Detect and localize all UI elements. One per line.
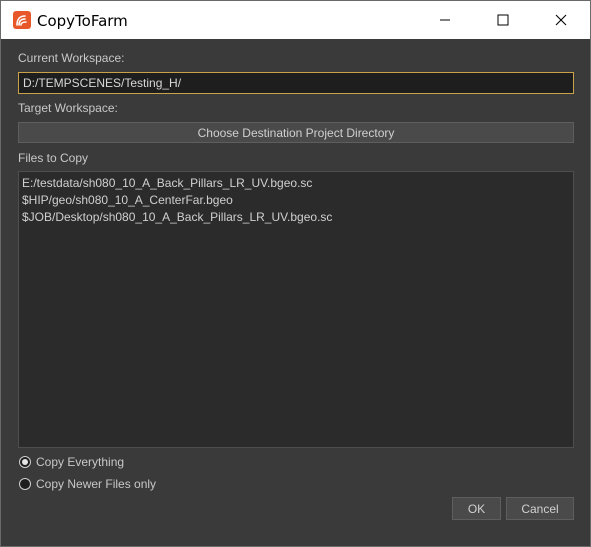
- close-icon: [555, 14, 567, 26]
- title-bar[interactable]: CopyToFarm: [1, 1, 590, 39]
- maximize-button[interactable]: [474, 1, 532, 39]
- copy-newer-option[interactable]: Copy Newer Files only: [19, 477, 156, 491]
- list-item[interactable]: $JOB/Desktop/sh080_10_A_Back_Pillars_LR_…: [22, 209, 570, 226]
- current-workspace-label: Current Workspace:: [18, 51, 125, 65]
- minimize-button[interactable]: [416, 1, 474, 39]
- cancel-button[interactable]: Cancel: [506, 497, 574, 520]
- window-title: CopyToFarm: [37, 12, 128, 30]
- maximize-icon: [497, 14, 509, 26]
- choose-destination-button[interactable]: Choose Destination Project Directory: [18, 122, 574, 143]
- files-list[interactable]: E:/testdata/sh080_10_A_Back_Pillars_LR_U…: [18, 171, 574, 448]
- close-button[interactable]: [532, 1, 590, 39]
- copy-everything-radio[interactable]: [19, 456, 31, 468]
- target-workspace-label: Target Workspace:: [18, 101, 118, 115]
- copy-everything-label: Copy Everything: [36, 455, 125, 469]
- copy-everything-option[interactable]: Copy Everything: [19, 455, 124, 469]
- minimize-icon: [439, 14, 451, 26]
- copy-newer-label: Copy Newer Files only: [36, 477, 157, 491]
- current-workspace-input[interactable]: [18, 72, 574, 94]
- files-to-copy-label: Files to Copy: [18, 151, 89, 165]
- list-item[interactable]: E:/testdata/sh080_10_A_Back_Pillars_LR_U…: [22, 175, 570, 192]
- copy-newer-radio[interactable]: [19, 478, 31, 490]
- houdini-logo-icon: [13, 11, 31, 29]
- list-item[interactable]: $HIP/geo/sh080_10_A_CenterFar.bgeo: [22, 192, 570, 209]
- copy-to-farm-dialog: CopyToFarm Current Workspace: Target Wor…: [0, 0, 591, 547]
- ok-button[interactable]: OK: [452, 497, 501, 520]
